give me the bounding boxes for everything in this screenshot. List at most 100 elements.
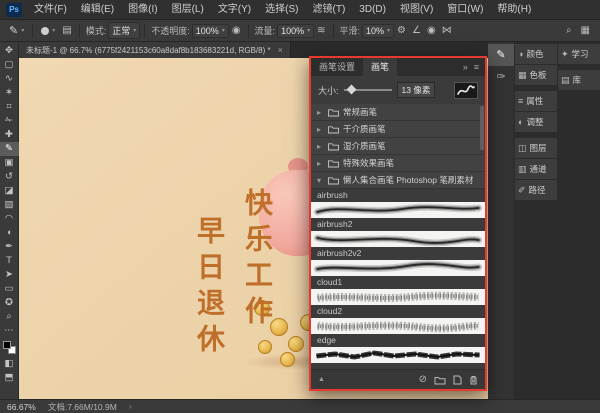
panel-grip-icon[interactable]: ▲ xyxy=(318,376,325,383)
move-tool[interactable]: ✥ xyxy=(0,44,19,58)
smoothing-options-gear-icon[interactable]: ⚙ xyxy=(394,25,409,36)
properties-panel-tab[interactable]: ≡属性 xyxy=(515,91,557,111)
brush-folder-row[interactable]: ▾懒人集合画笔 Photoshop 笔刷素材 xyxy=(311,172,485,189)
swatches-panel-tab[interactable]: ▦色板 xyxy=(515,65,557,85)
pressure-opacity-icon[interactable]: ◉ xyxy=(229,25,244,36)
blend-mode-select[interactable]: 正常 ▾ xyxy=(108,22,140,39)
brush-folder-row[interactable]: ▸干介质画笔 xyxy=(311,121,485,138)
brush-folder-row[interactable]: ▸常规画笔 xyxy=(311,104,485,121)
brush-stroke-preview-toggle-icon[interactable]: ⊘ xyxy=(419,374,427,385)
brush-item-airbrush2v2[interactable]: airbrush2v2 xyxy=(311,247,485,276)
tool-preset-picker[interactable]: ✎ ▾ xyxy=(5,24,28,37)
edit-toolbar-icon[interactable]: ⋯ xyxy=(0,324,19,338)
dodge-tool[interactable]: ◖ xyxy=(0,226,19,240)
brush-item-airbrush[interactable]: airbrush xyxy=(311,189,485,218)
libraries-panel-tab[interactable]: ▤库 xyxy=(558,70,600,90)
rectangle-tool[interactable]: ▭ xyxy=(0,282,19,296)
chevron-right-icon[interactable]: ▸ xyxy=(317,142,324,151)
scrollbar[interactable] xyxy=(480,106,484,150)
smoothing-select[interactable]: 10% ▾ xyxy=(362,24,394,38)
spot-healing-brush-tool[interactable]: ✚ xyxy=(0,128,19,142)
close-icon[interactable]: × xyxy=(278,45,283,55)
collapse-panel-icon[interactable]: » xyxy=(463,62,468,72)
quick-selection-tool[interactable]: ✶ xyxy=(0,86,19,100)
lasso-tool[interactable]: ∿ xyxy=(0,72,19,86)
blur-tool[interactable]: ◠ xyxy=(0,212,19,226)
paths-icon: ✐ xyxy=(518,185,526,196)
brush-folder-row[interactable]: ▸特殊效果画笔 xyxy=(311,155,485,172)
menu-item-9[interactable]: 视图(V) xyxy=(393,0,440,20)
brush-folder-row[interactable]: ▸湿介质画笔 xyxy=(311,138,485,155)
brush-list-area[interactable]: ▸常规画笔▸干介质画笔▸湿介质画笔▸特殊效果画笔▾懒人集合画笔 Photosho… xyxy=(311,104,485,369)
brush-preset-picker[interactable]: ▾ xyxy=(37,27,59,35)
brush-item-cloud1[interactable]: cloud1 xyxy=(311,276,485,305)
size-label: 大小: xyxy=(318,84,339,97)
panel-menu-icon[interactable]: ≡ xyxy=(474,62,479,72)
menu-item-8[interactable]: 3D(D) xyxy=(352,0,393,20)
menu-item-2[interactable]: 编辑(E) xyxy=(74,0,121,20)
foreground-color-swatch[interactable] xyxy=(3,341,11,349)
menu-item-10[interactable]: 窗口(W) xyxy=(440,0,490,20)
paths-panel-tab[interactable]: ✐路径 xyxy=(515,180,557,200)
color-panel-tab[interactable]: ◑颜色 xyxy=(515,44,557,64)
zoom-tool[interactable]: ⌕ xyxy=(0,310,19,324)
adjustments-panel-tab[interactable]: ◐调整 xyxy=(515,112,557,132)
search-icon[interactable]: ⌕ xyxy=(566,25,572,36)
layers-panel-tab[interactable]: ◫图层 xyxy=(515,138,557,158)
paint-symmetry-icon[interactable]: ⋈ xyxy=(439,25,455,36)
flow-select[interactable]: 100% ▾ xyxy=(277,24,314,38)
brush-item-cloud2[interactable]: cloud2 xyxy=(311,305,485,334)
menu-item-1[interactable]: 文件(F) xyxy=(27,0,74,20)
clone-stamp-tool[interactable]: ▣ xyxy=(0,156,19,170)
zoom-level-field[interactable]: 66.67% xyxy=(7,402,36,412)
slider-knob[interactable] xyxy=(346,85,356,95)
chevron-right-icon[interactable]: ▸ xyxy=(317,108,324,117)
chevron-right-icon[interactable]: ▸ xyxy=(317,125,324,134)
chevron-right-icon[interactable]: ▸ xyxy=(317,159,324,168)
opacity-select[interactable]: 100% ▾ xyxy=(192,24,229,38)
brush-item-edge[interactable]: edge xyxy=(311,334,485,363)
toggle-brush-settings-panel-icon[interactable]: ▤ xyxy=(59,25,74,36)
menu-item-6[interactable]: 选择(S) xyxy=(258,0,305,20)
tab-brushes[interactable]: 画笔 xyxy=(363,58,397,76)
menu-item-7[interactable]: 滤镜(T) xyxy=(306,0,353,20)
new-brush-icon[interactable] xyxy=(453,375,462,385)
pen-tool[interactable]: ✒ xyxy=(0,240,19,254)
document-tab[interactable]: 未标题-1 @ 66.7% (6775f2421153c60a8daf8b183… xyxy=(19,42,291,58)
pressure-size-icon[interactable]: ◉ xyxy=(424,25,439,36)
brushes-panel-icon[interactable]: ✎ xyxy=(488,44,514,66)
chevron-down-icon[interactable]: ▾ xyxy=(317,176,324,185)
brush-item-airbrush2[interactable]: airbrush2 xyxy=(311,218,485,247)
history-brush-tool[interactable]: ↺ xyxy=(0,170,19,184)
stroke-preview-icon[interactable] xyxy=(454,82,478,99)
learn-panel-tab[interactable]: ✦学习 xyxy=(558,44,600,64)
size-slider[interactable] xyxy=(344,89,392,91)
new-group-icon[interactable] xyxy=(434,375,446,385)
channels-panel-tab[interactable]: ▥通道 xyxy=(515,159,557,179)
eraser-tool[interactable]: ◪ xyxy=(0,184,19,198)
brush-tool[interactable]: ✎ xyxy=(0,142,19,156)
menu-item-11[interactable]: 帮助(H) xyxy=(490,0,538,20)
gradient-tool[interactable]: ▨ xyxy=(0,198,19,212)
airbrush-icon[interactable]: ≋ xyxy=(314,25,328,36)
menu-item-4[interactable]: 图层(L) xyxy=(165,0,211,20)
brush-angle-icon[interactable]: ∠ xyxy=(409,25,424,36)
hand-tool[interactable]: ✪ xyxy=(0,296,19,310)
status-options-caret-icon[interactable]: › xyxy=(129,402,132,411)
delete-brush-icon[interactable] xyxy=(469,375,478,385)
workspace-switcher-icon[interactable]: ▦ xyxy=(581,25,590,36)
path-selection-tool[interactable]: ➤ xyxy=(0,268,19,282)
eyedropper-tool[interactable]: ✁ xyxy=(0,114,19,128)
menu-item-3[interactable]: 图像(I) xyxy=(121,0,164,20)
foreground-background-swatches[interactable] xyxy=(3,341,16,354)
screen-mode-button[interactable]: ⬒ xyxy=(0,371,19,385)
tool-list: ✥▢∿✶⌗✁✚✎▣↺◪▨◠◖✒T➤▭✪⌕⋯ xyxy=(0,44,18,338)
rectangular-marquee-tool[interactable]: ▢ xyxy=(0,58,19,72)
menu-item-5[interactable]: 文字(Y) xyxy=(211,0,258,20)
size-value-field[interactable]: 13 像素 xyxy=(397,82,436,98)
horizontal-type-tool[interactable]: T xyxy=(0,254,19,268)
brush-settings-panel-icon[interactable]: ✑ xyxy=(488,66,514,88)
quick-mask-mode-button[interactable]: ◧ xyxy=(0,357,19,371)
tab-brush-settings[interactable]: 画笔设置 xyxy=(311,58,363,76)
crop-tool[interactable]: ⌗ xyxy=(0,100,19,114)
